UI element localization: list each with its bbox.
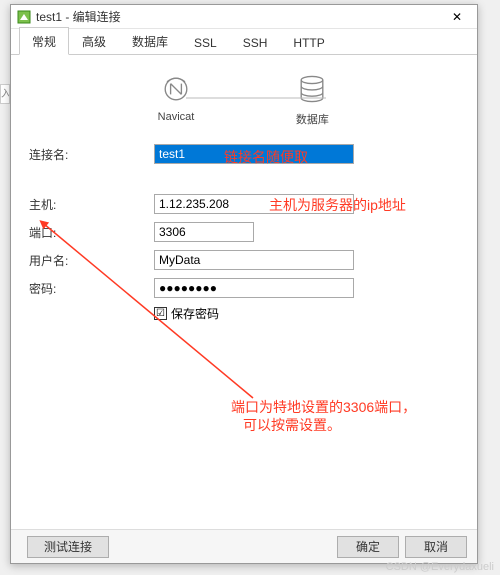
- connection-form: 连接名: 主机: 端口: 用户名: 密码: ☑ 保存密码: [29, 143, 459, 322]
- input-connection-name[interactable]: [154, 144, 354, 164]
- tab-strip: 常规 高级 数据库 SSL SSH HTTP: [11, 29, 477, 55]
- row-connection-name: 连接名:: [29, 143, 459, 165]
- annotation-port-line2: 可以按需设置。: [243, 415, 341, 435]
- database-icon: [294, 71, 330, 107]
- label-save-password: 保存密码: [171, 305, 219, 322]
- input-host[interactable]: [154, 194, 354, 214]
- tab-general[interactable]: 常规: [19, 27, 69, 55]
- label-port: 端口:: [29, 224, 154, 241]
- watermark: CSDN @Everydaxueli: [386, 561, 494, 573]
- titlebar[interactable]: test1 - 编辑连接 ✕: [11, 5, 477, 29]
- row-save-password: ☑ 保存密码: [154, 305, 459, 322]
- navicat-icon-block: Navicat: [158, 71, 195, 127]
- label-host: 主机:: [29, 196, 154, 213]
- app-icon: [17, 10, 31, 24]
- dialog-body: Navicat 数据库 连接名: 主机:: [11, 55, 477, 529]
- row-user: 用户名:: [29, 249, 459, 271]
- row-password: 密码:: [29, 277, 459, 299]
- test-connection-button[interactable]: 测试连接: [27, 536, 109, 558]
- tab-advanced[interactable]: 高级: [69, 27, 119, 55]
- tab-ssh[interactable]: SSH: [230, 30, 281, 55]
- dialog-footer: 测试连接 确定 取消: [11, 529, 477, 563]
- header-icons: Navicat 数据库: [29, 71, 459, 127]
- window-title: test1 - 编辑连接: [36, 8, 443, 25]
- close-icon[interactable]: ✕: [443, 7, 471, 27]
- input-password[interactable]: [154, 278, 354, 298]
- label-user: 用户名:: [29, 252, 154, 269]
- checkbox-save-password[interactable]: ☑: [154, 307, 167, 320]
- tab-ssl[interactable]: SSL: [181, 30, 230, 55]
- background-panel-fragment: 入闻: [0, 84, 10, 104]
- annotation-port-line1: 端口为特地设置的3306端口，: [231, 397, 416, 417]
- connector-line: [186, 97, 326, 99]
- dialog-window: test1 - 编辑连接 ✕ 常规 高级 数据库 SSL SSH HTTP Na…: [10, 4, 478, 564]
- navicat-icon: [158, 71, 194, 107]
- cancel-button[interactable]: 取消: [405, 536, 467, 558]
- tab-database[interactable]: 数据库: [119, 27, 181, 55]
- database-icon-block: 数据库: [294, 71, 330, 127]
- input-user[interactable]: [154, 250, 354, 270]
- navicat-label: Navicat: [158, 111, 195, 123]
- row-port: 端口:: [29, 221, 459, 243]
- tab-http[interactable]: HTTP: [280, 30, 337, 55]
- ok-button[interactable]: 确定: [337, 536, 399, 558]
- input-port[interactable]: [154, 222, 254, 242]
- label-password: 密码:: [29, 280, 154, 297]
- database-label: 数据库: [296, 111, 329, 127]
- label-connection-name: 连接名:: [29, 146, 154, 163]
- row-host: 主机:: [29, 193, 459, 215]
